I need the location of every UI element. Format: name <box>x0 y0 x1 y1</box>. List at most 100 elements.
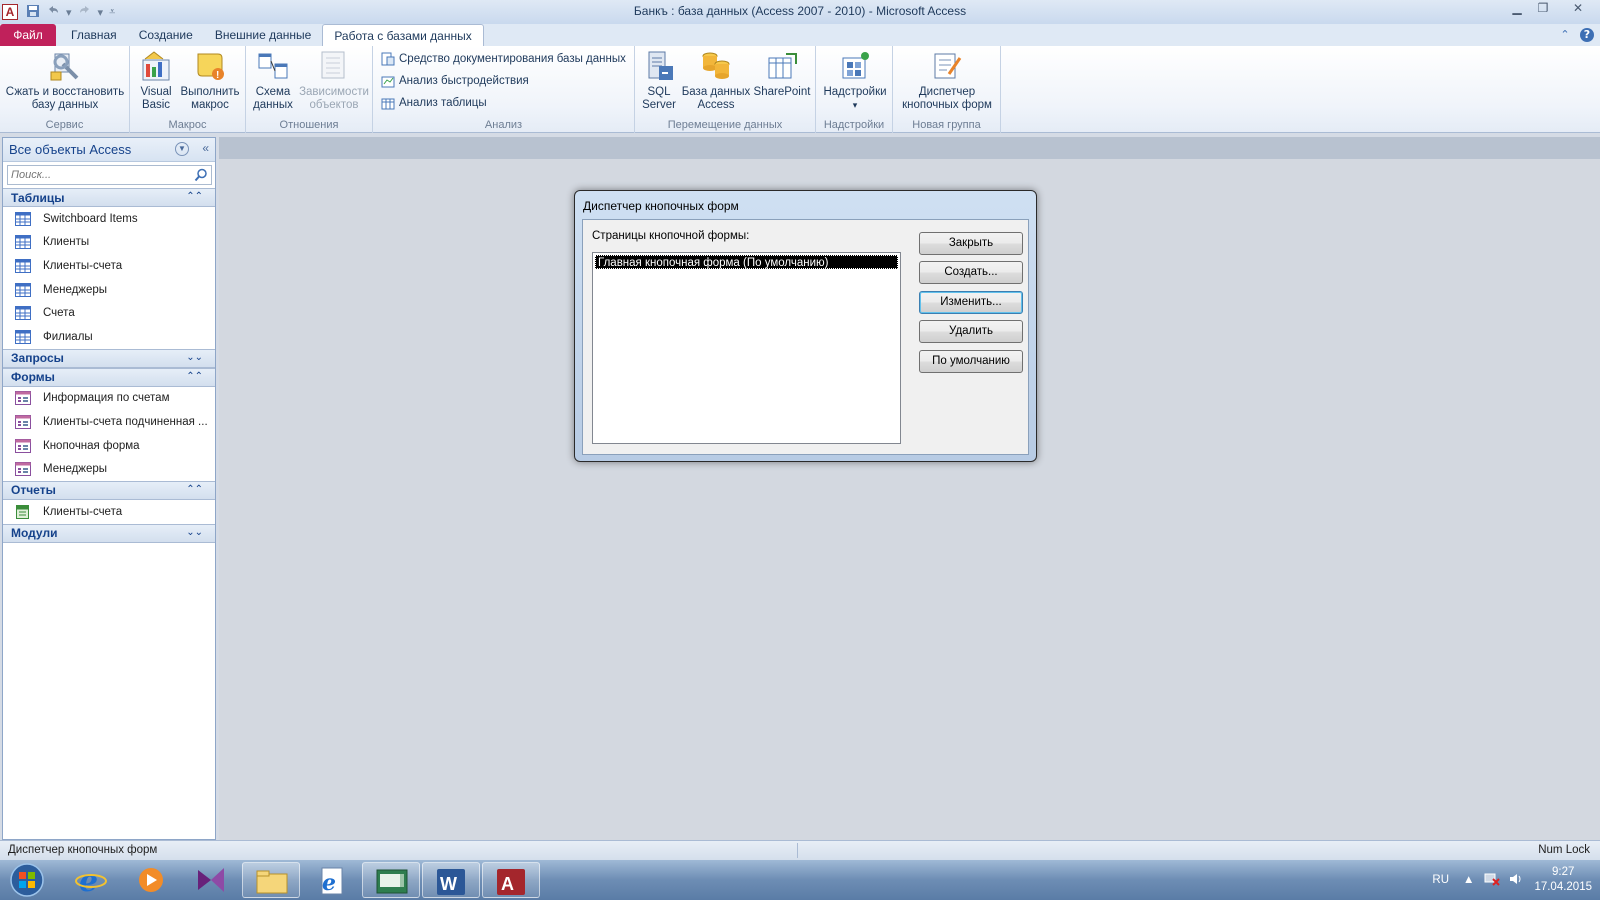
switchboard-manager-button[interactable]: Диспетчер кнопочных форм <box>895 50 999 112</box>
restore-icon[interactable]: ❐ <box>1530 0 1556 18</box>
svg-text:e: e <box>79 864 98 898</box>
nav-search-input[interactable] <box>8 166 188 184</box>
nav-table-item[interactable]: Менеджеры <box>3 278 215 302</box>
access-database-label-1: База данных <box>681 86 751 98</box>
collapse-chevron-icon: ⌃⌃ <box>186 370 203 382</box>
edit-button[interactable]: Изменить... <box>919 291 1023 314</box>
group-new: Диспетчер кнопочных форм Новая группа <box>893 46 1001 133</box>
nav-section-reports[interactable]: Отчеты ⌃⌃ <box>3 480 215 500</box>
close-button[interactable]: Закрыть <box>919 232 1023 255</box>
minimize-icon[interactable]: ▁ <box>1504 0 1530 18</box>
access-app-icon[interactable]: A <box>2 4 18 20</box>
redo-icon[interactable] <box>78 4 92 21</box>
nav-table-item[interactable]: Switchboard Items <box>3 207 215 231</box>
switchboard-page-item-selected[interactable]: Главная кнопочная форма (По умолчанию) <box>595 255 898 269</box>
save-icon[interactable] <box>26 4 40 21</box>
undo-dropdown-icon[interactable]: ▾ <box>66 6 72 19</box>
sql-server-icon <box>643 50 675 82</box>
section-label-queries: Запросы <box>11 351 64 366</box>
make-default-button[interactable]: По умолчанию <box>919 350 1023 373</box>
tab-file[interactable]: Файл <box>0 24 56 46</box>
search-icon[interactable] <box>194 168 208 182</box>
svg-text:A: A <box>501 874 514 894</box>
redo-dropdown-icon[interactable]: ▾ <box>98 6 104 19</box>
internet-explorer-icon[interactable]: e <box>62 862 120 899</box>
quick-access-toolbar: ▾ ▾ ⩡ <box>26 4 115 21</box>
visual-basic-button[interactable]: Visual Basic <box>136 50 176 112</box>
group-label-addins: Надстройки <box>823 119 885 131</box>
language-indicator[interactable]: RU <box>1432 874 1449 886</box>
taskbar: e e W A RU ▲ 9:27 17.04.2015 <box>0 860 1600 900</box>
item-label: Клиенты <box>43 236 90 249</box>
table-icon <box>15 329 31 344</box>
tab-create[interactable]: Создание <box>128 24 204 46</box>
media-player-icon[interactable] <box>122 862 180 898</box>
nav-menu-chevron-icon[interactable]: ▼ <box>175 142 189 156</box>
nav-pane-title: Все объекты Access <box>9 142 132 157</box>
nav-form-item[interactable]: Менеджеры <box>3 457 215 481</box>
nav-section-modules[interactable]: Модули ⌄⌄ <box>3 523 215 543</box>
table-analyzer-button[interactable]: Анализ таблицы <box>381 96 487 110</box>
undo-icon[interactable] <box>46 4 60 21</box>
nav-report-item[interactable]: Клиенты-счета <box>3 500 215 524</box>
nav-table-item[interactable]: Филиалы <box>3 325 215 349</box>
run-macro-button[interactable]: ! Выполнить макрос <box>178 50 242 112</box>
tab-home[interactable]: Главная <box>60 24 128 46</box>
compact-repair-button[interactable]: Сжать и восстановить базу данных <box>4 50 126 112</box>
performance-icon <box>381 74 395 88</box>
access-icon[interactable]: A <box>482 862 540 898</box>
form-icon <box>15 391 31 406</box>
word-icon[interactable]: W <box>422 862 480 898</box>
addins-button[interactable]: Надстройки ▾ <box>820 50 890 112</box>
nav-table-item[interactable]: Клиенты-счета <box>3 254 215 278</box>
object-dependencies-label-1: Зависимости <box>299 86 369 98</box>
clock[interactable]: 9:27 17.04.2015 <box>1534 865 1592 895</box>
nav-table-item[interactable]: Клиенты <box>3 231 215 255</box>
nav-pane-header[interactable]: Все объекты Access ▼ « <box>3 138 215 162</box>
minimize-ribbon-icon[interactable]: ⌃ <box>1558 28 1572 42</box>
create-button[interactable]: Создать... <box>919 261 1023 284</box>
compact-repair-icon <box>49 50 81 82</box>
show-hidden-icons-icon[interactable]: ▲ <box>1463 874 1474 886</box>
documenter-button[interactable]: Средство документирования базы данных <box>381 52 626 66</box>
sharepoint-label-1: SharePoint <box>753 86 811 98</box>
form-icon <box>15 414 31 429</box>
sharepoint-button[interactable]: SharePoint <box>751 50 813 99</box>
nav-form-item[interactable]: Информация по счетам <box>3 387 215 411</box>
nav-section-forms[interactable]: Формы ⌃⌃ <box>3 367 215 387</box>
nav-section-queries[interactable]: Запросы ⌄⌄ <box>3 348 215 368</box>
sharepoint-icon <box>766 50 798 82</box>
section-label-modules: Модули <box>11 526 58 541</box>
file-explorer-icon[interactable] <box>242 862 300 898</box>
visual-studio-icon[interactable] <box>182 862 240 898</box>
switchboard-pages-list[interactable]: Главная кнопочная форма (По умолчанию) <box>592 252 901 444</box>
group-relations: Схема данных Зависимости объектов Отноше… <box>246 46 373 133</box>
tab-external-data[interactable]: Внешние данные <box>204 24 323 46</box>
start-orb-icon[interactable] <box>4 862 50 898</box>
network-icon[interactable] <box>1484 872 1501 889</box>
item-label: Клиенты-счета <box>43 259 123 272</box>
access-database-button[interactable]: База данных Access <box>681 50 751 112</box>
nav-table-item[interactable]: Счета <box>3 301 215 325</box>
ie-document-icon[interactable]: e <box>302 862 360 898</box>
delete-button[interactable]: Удалить <box>919 320 1023 343</box>
nav-form-item[interactable]: Кнопочная форма <box>3 434 215 458</box>
customize-qat-icon[interactable]: ⩡ <box>109 5 115 19</box>
presentation-app-icon[interactable] <box>362 862 420 898</box>
sql-server-button[interactable]: SQL Server <box>639 50 679 112</box>
nav-form-item[interactable]: Клиенты-счета подчиненная ... <box>3 410 215 434</box>
shutter-bar-close-icon[interactable]: « <box>202 141 209 155</box>
navigation-pane: Все объекты Access ▼ « Таблицы ⌃⌃ Switch… <box>2 137 216 840</box>
performance-analyzer-button[interactable]: Анализ быстродействия <box>381 74 529 88</box>
relationships-button[interactable]: Схема данных <box>251 50 295 112</box>
visual-basic-label-1: Visual <box>140 86 172 98</box>
volume-icon[interactable] <box>1508 872 1524 889</box>
sql-server-label-2: Server <box>642 99 676 111</box>
collapse-chevron-icon: ⌃⌃ <box>186 483 203 495</box>
tab-database-tools[interactable]: Работа с базами данных <box>322 24 484 46</box>
close-icon[interactable]: ✕ <box>1556 0 1600 18</box>
table-icon <box>15 306 31 321</box>
nav-section-tables[interactable]: Таблицы ⌃⌃ <box>3 188 215 207</box>
help-icon[interactable]: ? <box>1580 28 1594 42</box>
object-dependencies-button[interactable]: Зависимости объектов <box>298 50 370 112</box>
